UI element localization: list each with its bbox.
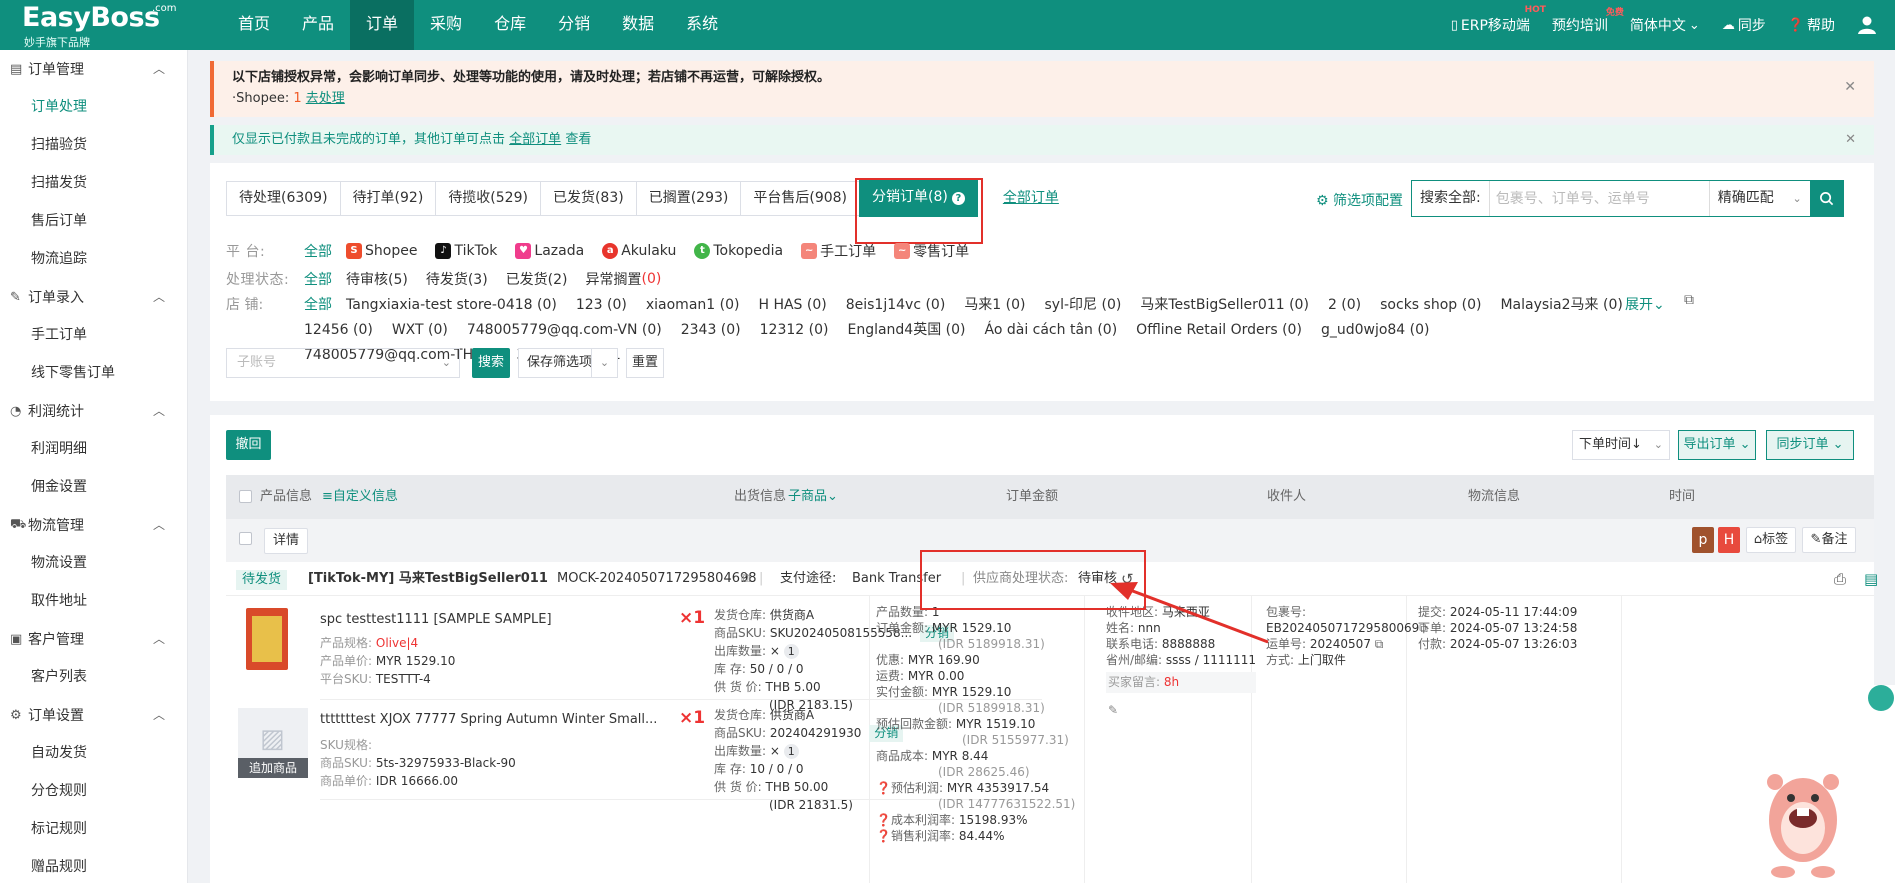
beaver-mascot-icon[interactable] [1753, 750, 1853, 880]
support-avatar[interactable] [1868, 685, 1894, 711]
annotation-arrow [1110, 582, 1269, 644]
right-helper-bar [1868, 685, 1895, 883]
